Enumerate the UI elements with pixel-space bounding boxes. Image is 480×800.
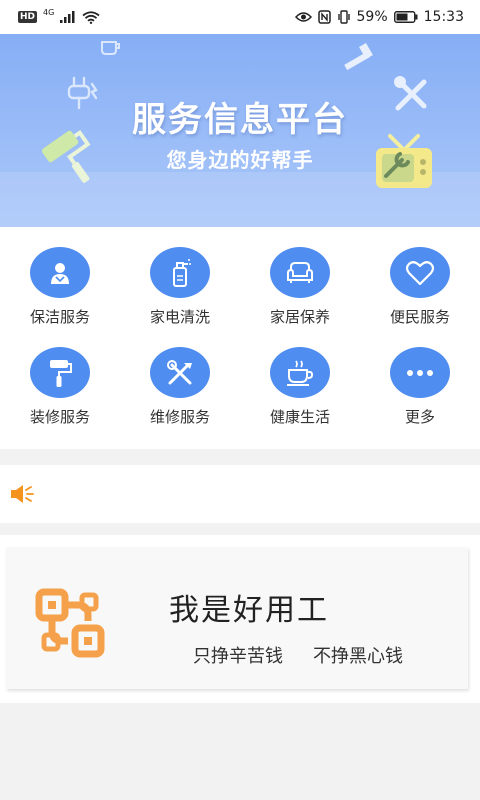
promo-title: 我是好用工 bbox=[169, 593, 329, 628]
speaker-icon bbox=[11, 485, 34, 503]
banner-title: 服务信息平台 bbox=[132, 100, 348, 140]
service-label: 家居保养 bbox=[269, 308, 330, 326]
wifi-icon bbox=[82, 10, 100, 24]
service-label: 维修服务 bbox=[149, 408, 210, 426]
service-grid: 保洁服务 家电清洗 家居保养 便民服务 装修服务 维修服务 健康生活 更多 bbox=[0, 227, 480, 449]
signal-icon bbox=[60, 11, 75, 23]
vibrate-icon bbox=[337, 10, 350, 24]
coffee-cup-icon bbox=[270, 347, 330, 398]
notice-bar[interactable] bbox=[0, 465, 480, 523]
hd-badge: HD bbox=[18, 11, 38, 23]
service-label: 家电清洗 bbox=[149, 308, 210, 326]
app-logo-icon bbox=[35, 588, 105, 658]
nfc-icon bbox=[317, 10, 331, 24]
service-label: 便民服务 bbox=[389, 308, 450, 326]
battery-icon bbox=[393, 11, 418, 23]
service-label: 装修服务 bbox=[29, 408, 90, 426]
hero-banner[interactable]: 服务信息平台 您身边的好帮手 bbox=[0, 34, 480, 227]
service-more[interactable]: 更多 bbox=[360, 327, 480, 427]
heart-icon bbox=[390, 247, 450, 298]
tools-icon bbox=[150, 347, 210, 398]
banner-subtitle: 您身边的好帮手 bbox=[166, 148, 314, 172]
spray-bottle-icon bbox=[150, 247, 210, 298]
paint-roller-icon bbox=[30, 347, 90, 398]
service-home-care[interactable]: 家居保养 bbox=[240, 227, 360, 327]
cup-icon bbox=[101, 41, 120, 55]
promo-slogan-1: 只挣辛苦钱 bbox=[193, 646, 283, 667]
cleaner-icon bbox=[30, 247, 90, 298]
service-label: 更多 bbox=[404, 408, 435, 426]
service-convenience[interactable]: 便民服务 bbox=[360, 227, 480, 327]
service-renovation[interactable]: 装修服务 bbox=[0, 327, 120, 427]
promo-card[interactable]: 我是好用工 只挣辛苦钱 不挣黑心钱 bbox=[6, 547, 468, 689]
status-bar: HD 4G 59% 15:33 bbox=[0, 0, 480, 34]
service-health[interactable]: 健康生活 bbox=[240, 327, 360, 427]
service-label: 保洁服务 bbox=[29, 308, 90, 326]
more-dots-icon bbox=[390, 347, 450, 398]
sofa-icon bbox=[270, 247, 330, 298]
eye-icon bbox=[294, 12, 312, 22]
promo-section: 我是好用工 只挣辛苦钱 不挣黑心钱 bbox=[0, 535, 480, 703]
service-label: 健康生活 bbox=[269, 408, 330, 426]
clock: 15:33 bbox=[423, 9, 464, 25]
battery-percent: 59% bbox=[356, 9, 388, 25]
service-appliance-cleaning[interactable]: 家电清洗 bbox=[120, 227, 240, 327]
service-repair[interactable]: 维修服务 bbox=[120, 327, 240, 427]
network-type: 4G bbox=[43, 7, 55, 17]
service-cleaning[interactable]: 保洁服务 bbox=[0, 227, 120, 327]
promo-slogan-2: 不挣黑心钱 bbox=[313, 646, 403, 667]
hammer-icon bbox=[344, 42, 373, 71]
